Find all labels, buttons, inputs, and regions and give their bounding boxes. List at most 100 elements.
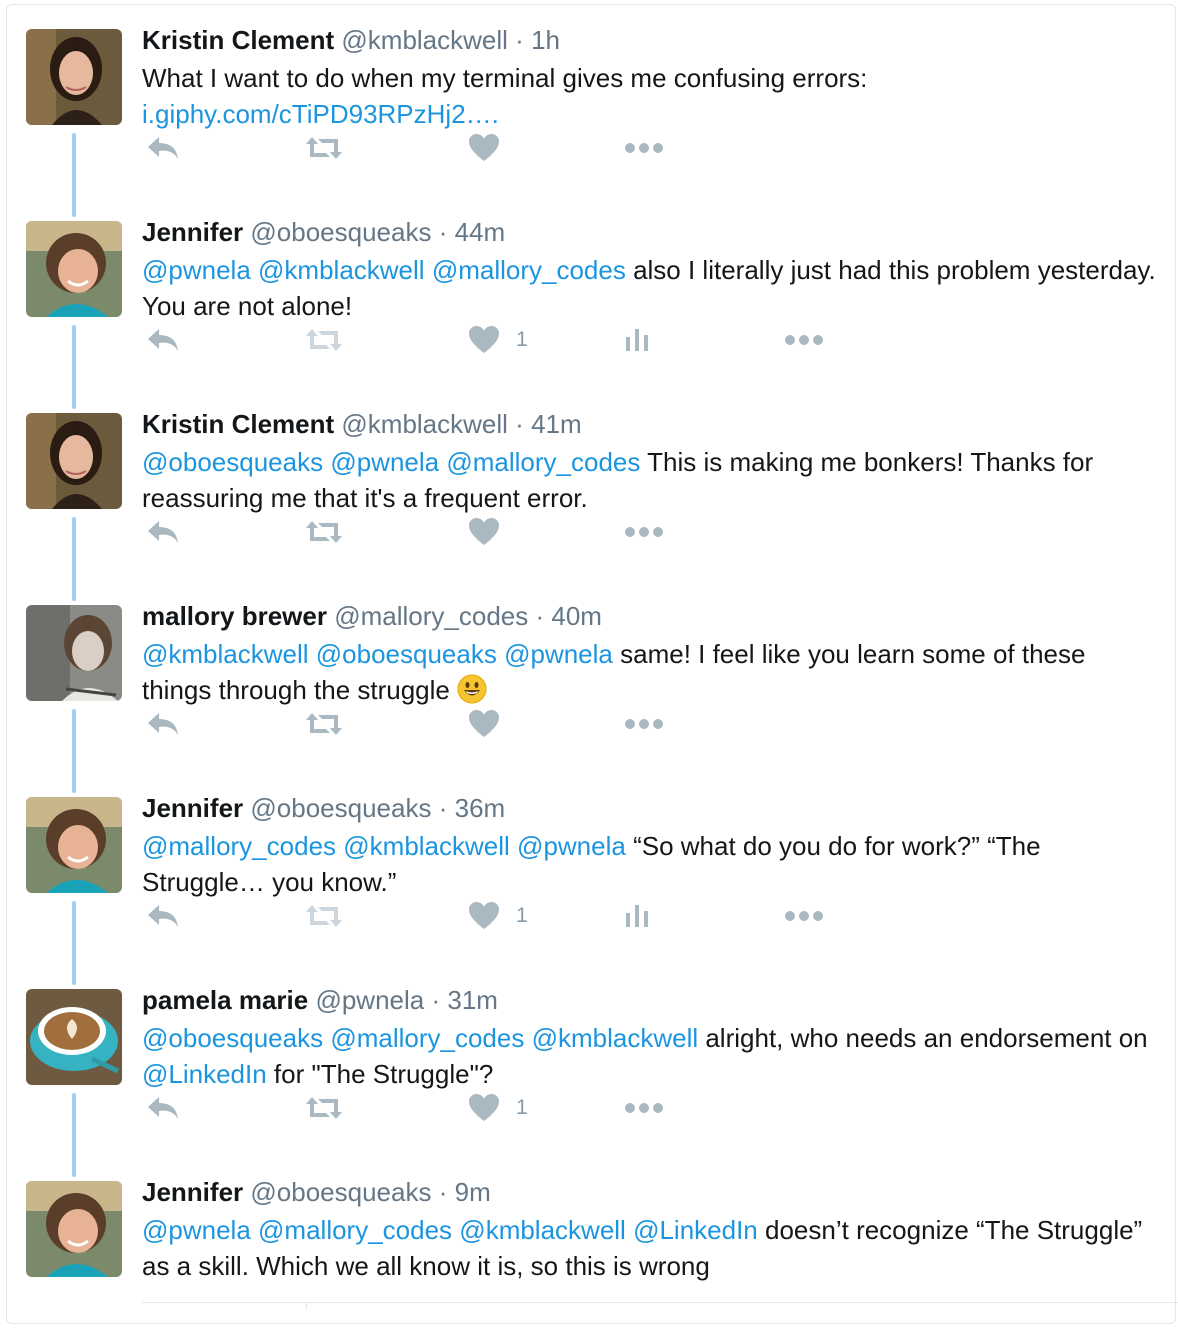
retweet-button[interactable] [304,1088,344,1128]
mention-link[interactable]: @kmblackwell [459,1215,626,1245]
author-name[interactable]: Kristin Clement [142,409,334,439]
timestamp[interactable]: 44m [455,217,506,247]
mention-link[interactable]: @pwnela [517,831,626,861]
timestamp[interactable]: 9m [455,1177,491,1207]
author-name[interactable]: Jennifer [142,1177,243,1207]
more-button[interactable] [624,704,664,744]
reply-icon [146,711,180,737]
mention-link[interactable]: @mallory_codes [142,831,336,861]
like-button[interactable] [468,512,500,552]
mention-link[interactable]: @kmblackwell [343,831,510,861]
author-name[interactable]: Kristin Clement [142,25,334,55]
mention-link[interactable]: @pwnela [504,639,613,669]
mention-link[interactable]: @LinkedIn [633,1215,758,1245]
text-segment [626,1215,633,1245]
tweet-actions: 1 [142,1088,1042,1128]
reply-button[interactable] [146,1088,180,1128]
author-handle[interactable]: @kmblackwell [341,409,508,439]
retweet-button[interactable] [304,704,344,744]
more-button[interactable] [624,512,664,552]
retweet-button[interactable] [304,320,344,360]
text-segment [510,831,517,861]
mention-link[interactable]: @oboesqueaks [142,447,323,477]
retweet-button[interactable] [304,896,344,936]
retweet-icon [304,135,344,161]
retweet-icon [304,903,344,929]
author-name[interactable]: pamela marie [142,985,308,1015]
retweet-button[interactable] [304,128,344,168]
mention-link[interactable]: @mallory_codes [446,447,640,477]
author-handle[interactable]: @pwnela [315,985,424,1015]
text-segment [524,1023,531,1053]
avatar[interactable] [26,605,122,701]
tweet[interactable]: mallory brewer @mallory_codes · 40m @kmbl… [0,576,1178,768]
tweet[interactable]: pamela marie @pwnela · 31m @oboesqueaks @… [0,960,1178,1152]
avatar[interactable] [26,29,122,125]
like-icon [468,133,500,163]
analytics-button[interactable] [624,320,650,360]
like-button[interactable]: 1 [468,320,528,360]
timestamp[interactable]: 1h [531,25,560,55]
tweet[interactable]: Jennifer @oboesqueaks · 9m @pwnela @mallo… [0,1152,1178,1344]
author-name[interactable]: Jennifer [142,793,243,823]
more-icon [624,142,664,154]
timestamp[interactable]: 40m [551,601,602,631]
tweet[interactable]: Jennifer @oboesqueaks · 44m @pwnela @kmbl… [0,192,1178,384]
mention-link[interactable]: @oboesqueaks [142,1023,323,1053]
url-link[interactable]: i.giphy.com/cTiPD93RPzHj2…. [142,99,499,129]
retweet-button[interactable] [304,512,344,552]
tweet-text: @mallory_codes @kmblackwell @pwnela “So … [142,828,1162,900]
timestamp[interactable]: 31m [447,985,498,1015]
mention-link[interactable]: @mallory_codes [330,1023,524,1053]
mention-link[interactable]: @kmblackwell [258,255,425,285]
tweet[interactable]: Jennifer @oboesqueaks · 36m @mallory_code… [0,768,1178,960]
avatar[interactable] [26,797,122,893]
timestamp[interactable]: 36m [455,793,506,823]
timestamp[interactable]: 41m [531,409,582,439]
avatar[interactable] [26,221,122,317]
mention-link[interactable]: @LinkedIn [142,1059,267,1089]
author-handle[interactable]: @kmblackwell [341,25,508,55]
mention-link[interactable]: @mallory_codes [432,255,626,285]
separator: · [515,409,524,439]
tweet[interactable]: Kristin Clement @kmblackwell · 1h What I … [0,0,1178,192]
tweet-actions: 1 [142,896,1042,936]
author-name[interactable]: Jennifer [142,217,243,247]
reply-button[interactable] [146,896,180,936]
more-button[interactable] [624,128,664,168]
more-button[interactable] [784,320,824,360]
reply-button[interactable] [146,320,180,360]
avatar[interactable] [26,989,122,1085]
mention-link[interactable]: @pwnela [330,447,439,477]
author-handle[interactable]: @oboesqueaks [250,1177,431,1207]
like-icon [468,709,500,739]
analytics-button[interactable] [624,896,650,936]
author-name[interactable]: mallory brewer [142,601,327,631]
like-button[interactable]: 1 [468,896,528,936]
reply-button[interactable] [146,512,180,552]
text-segment [309,639,316,669]
more-button[interactable] [624,1088,664,1128]
mention-link[interactable]: @mallory_codes [258,1215,452,1245]
avatar[interactable] [26,1181,122,1277]
mention-link[interactable]: @kmblackwell [532,1023,699,1053]
more-button[interactable] [784,896,824,936]
avatar[interactable] [26,413,122,509]
author-handle[interactable]: @oboesqueaks [250,217,431,247]
author-handle[interactable]: @oboesqueaks [250,793,431,823]
tweet[interactable]: Kristin Clement @kmblackwell · 41m @oboes… [0,384,1178,576]
like-button[interactable] [468,704,500,744]
tweet-header: Kristin Clement @kmblackwell · 1h [142,24,560,56]
analytics-icon [624,327,650,353]
tweet-header: mallory brewer @mallory_codes · 40m [142,600,602,632]
mention-link[interactable]: @oboesqueaks [316,639,497,669]
reply-button[interactable] [146,128,180,168]
tweet-header: Jennifer @oboesqueaks · 36m [142,792,505,824]
like-button[interactable] [468,128,500,168]
mention-link[interactable]: @pwnela [142,255,251,285]
like-button[interactable]: 1 [468,1088,528,1128]
mention-link[interactable]: @kmblackwell [142,639,309,669]
mention-link[interactable]: @pwnela [142,1215,251,1245]
author-handle[interactable]: @mallory_codes [334,601,528,631]
reply-button[interactable] [146,704,180,744]
